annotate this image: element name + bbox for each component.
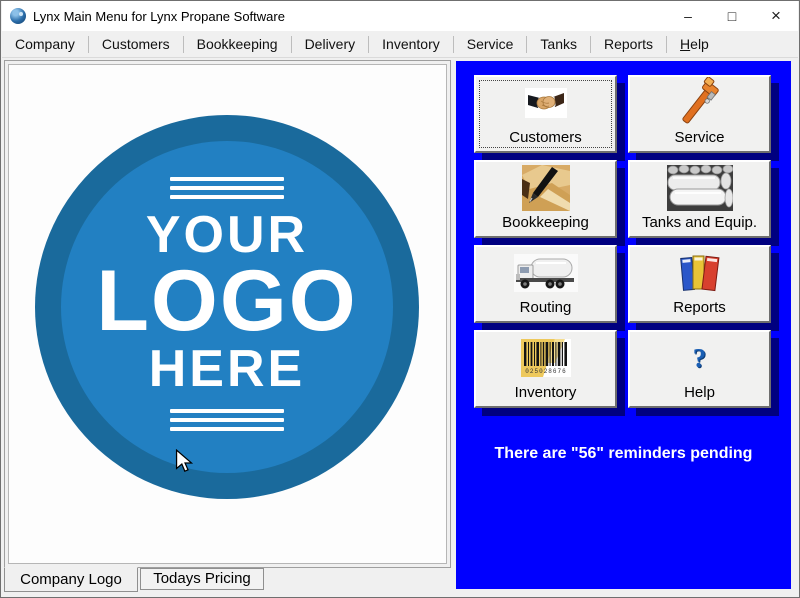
button-label: Service — [674, 129, 724, 146]
menu-company[interactable]: Company — [2, 31, 88, 57]
menu-help[interactable]: Help — [667, 31, 722, 57]
question-mark-icon: ? — [693, 345, 707, 372]
tab-todays-pricing[interactable]: Todays Pricing — [140, 568, 264, 590]
ledger-pen-icon — [522, 165, 570, 211]
button-label: Bookkeeping — [502, 214, 589, 231]
title-bar[interactable]: Lynx Main Menu for Lynx Propane Software… — [2, 1, 798, 31]
menu-service[interactable]: Service — [454, 31, 527, 57]
button-label: Routing — [520, 299, 572, 316]
menu-tanks[interactable]: Tanks — [527, 31, 590, 57]
tab-company-logo[interactable]: Company Logo — [4, 567, 138, 592]
logo-circle: YOUR LOGO HERE — [35, 115, 419, 499]
menu-reports[interactable]: Reports — [591, 31, 666, 57]
minimize-button[interactable]: – — [666, 1, 710, 31]
books-icon — [679, 251, 721, 295]
barcode-digits: 025028676 — [525, 368, 566, 375]
reminders-status: There are "56" reminders pending — [456, 445, 791, 463]
app-window: Lynx Main Menu for Lynx Propane Software… — [0, 0, 800, 598]
button-label: Reports — [673, 299, 726, 316]
help-button[interactable]: ? Help — [628, 330, 771, 408]
bookkeeping-button[interactable]: Bookkeeping — [474, 160, 617, 238]
logo-text-logo: LOGO — [96, 261, 357, 343]
handshake-icon — [525, 88, 567, 118]
button-label: Customers — [509, 129, 582, 146]
maximize-button[interactable]: □ — [710, 1, 754, 31]
button-label: Tanks and Equip. — [642, 214, 757, 231]
logo-circle-inner: YOUR LOGO HERE — [61, 141, 393, 473]
button-label: Inventory — [515, 384, 577, 401]
barcode-icon: 025028676 — [521, 339, 571, 377]
customers-button[interactable]: Customers — [474, 75, 617, 153]
app-icon — [10, 8, 26, 24]
mouse-cursor-icon — [174, 449, 194, 473]
button-label: Help — [684, 384, 715, 401]
company-logo-image: YOUR LOGO HERE — [8, 64, 447, 564]
tab-strip: Company Logo Todays Pricing — [4, 568, 264, 592]
delivery-truck-icon — [514, 254, 578, 292]
logo-top-bars — [170, 177, 284, 199]
routing-button[interactable]: Routing — [474, 245, 617, 323]
tanks-equip-button[interactable]: Tanks and Equip. — [628, 160, 771, 238]
window-title: Lynx Main Menu for Lynx Propane Software — [33, 9, 285, 24]
launcher-panel: Customers Service — [456, 61, 791, 589]
close-button[interactable]: × — [754, 1, 798, 31]
logo-tab-page: YOUR LOGO HERE — [4, 60, 451, 568]
inventory-button[interactable]: 025028676 Inventory — [474, 330, 617, 408]
service-button[interactable]: Service — [628, 75, 771, 153]
menu-bar: Company Customers Bookkeeping Delivery I… — [2, 31, 798, 58]
menu-inventory[interactable]: Inventory — [369, 31, 453, 57]
menu-customers[interactable]: Customers — [89, 31, 183, 57]
propane-tanks-icon — [667, 165, 733, 211]
reports-button[interactable]: Reports — [628, 245, 771, 323]
menu-bookkeeping[interactable]: Bookkeeping — [184, 31, 291, 57]
pipe-wrench-icon — [675, 77, 725, 129]
logo-text-here: HERE — [149, 343, 305, 395]
menu-delivery[interactable]: Delivery — [292, 31, 369, 57]
logo-bottom-bars — [170, 409, 284, 431]
